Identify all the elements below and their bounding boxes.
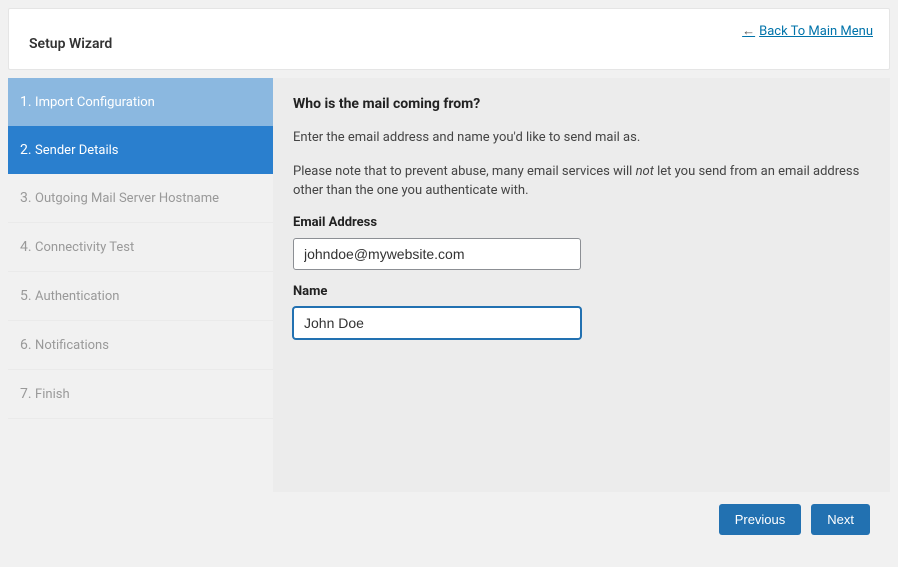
previous-button[interactable]: Previous [719, 504, 802, 535]
step-label: Authentication [35, 289, 119, 304]
step-sender-details[interactable]: 2. Sender Details [8, 126, 273, 174]
email-label: Email Address [293, 215, 870, 230]
main-area: 1. Import Configuration 2. Sender Detail… [8, 78, 890, 535]
note-pre: Please note that to prevent abuse, many … [293, 164, 636, 179]
name-label: Name [293, 284, 870, 299]
step-import-configuration[interactable]: 1. Import Configuration [8, 78, 273, 126]
step-number: 3. [20, 190, 32, 206]
step-label: Import Configuration [35, 95, 155, 110]
step-label: Finish [35, 387, 70, 402]
panel-intro-text: Enter the email address and name you'd l… [293, 128, 870, 148]
step-connectivity-test[interactable]: 4. Connectivity Test [8, 223, 273, 272]
step-number: 7. [20, 386, 32, 402]
name-input[interactable] [293, 307, 581, 339]
step-label: Outgoing Mail Server Hostname [35, 191, 219, 206]
wizard-steps-sidebar: 1. Import Configuration 2. Sender Detail… [8, 78, 273, 535]
back-to-main-link[interactable]: ← Back To Main Menu [742, 23, 873, 39]
step-label: Connectivity Test [35, 240, 134, 255]
step-outgoing-mail-server[interactable]: 3. Outgoing Mail Server Hostname [8, 174, 273, 223]
step-notifications[interactable]: 6. Notifications [8, 321, 273, 370]
step-authentication[interactable]: 5. Authentication [8, 272, 273, 321]
step-number: 1. [20, 94, 32, 110]
step-number: 6. [20, 337, 32, 353]
back-link-text: Back To Main Menu [759, 24, 873, 39]
content-panel: Who is the mail coming from? Enter the e… [273, 78, 890, 492]
panel-heading: Who is the mail coming from? [293, 96, 870, 112]
next-button[interactable]: Next [811, 504, 870, 535]
step-number: 2. [20, 142, 32, 158]
panel-note-text: Please note that to prevent abuse, many … [293, 162, 870, 201]
button-row: Previous Next [273, 504, 870, 535]
step-number: 5. [20, 288, 32, 304]
note-emphasis: not [636, 164, 654, 179]
back-arrow-icon: ← [742, 24, 755, 39]
step-finish[interactable]: 7. Finish [8, 370, 273, 419]
step-label: Sender Details [35, 143, 118, 158]
step-number: 4. [20, 239, 32, 255]
step-label: Notifications [35, 338, 109, 353]
email-input[interactable] [293, 238, 581, 270]
header-card: Setup Wizard ←Back To Main Menu [8, 8, 890, 70]
content-wrapper: Who is the mail coming from? Enter the e… [273, 78, 890, 535]
